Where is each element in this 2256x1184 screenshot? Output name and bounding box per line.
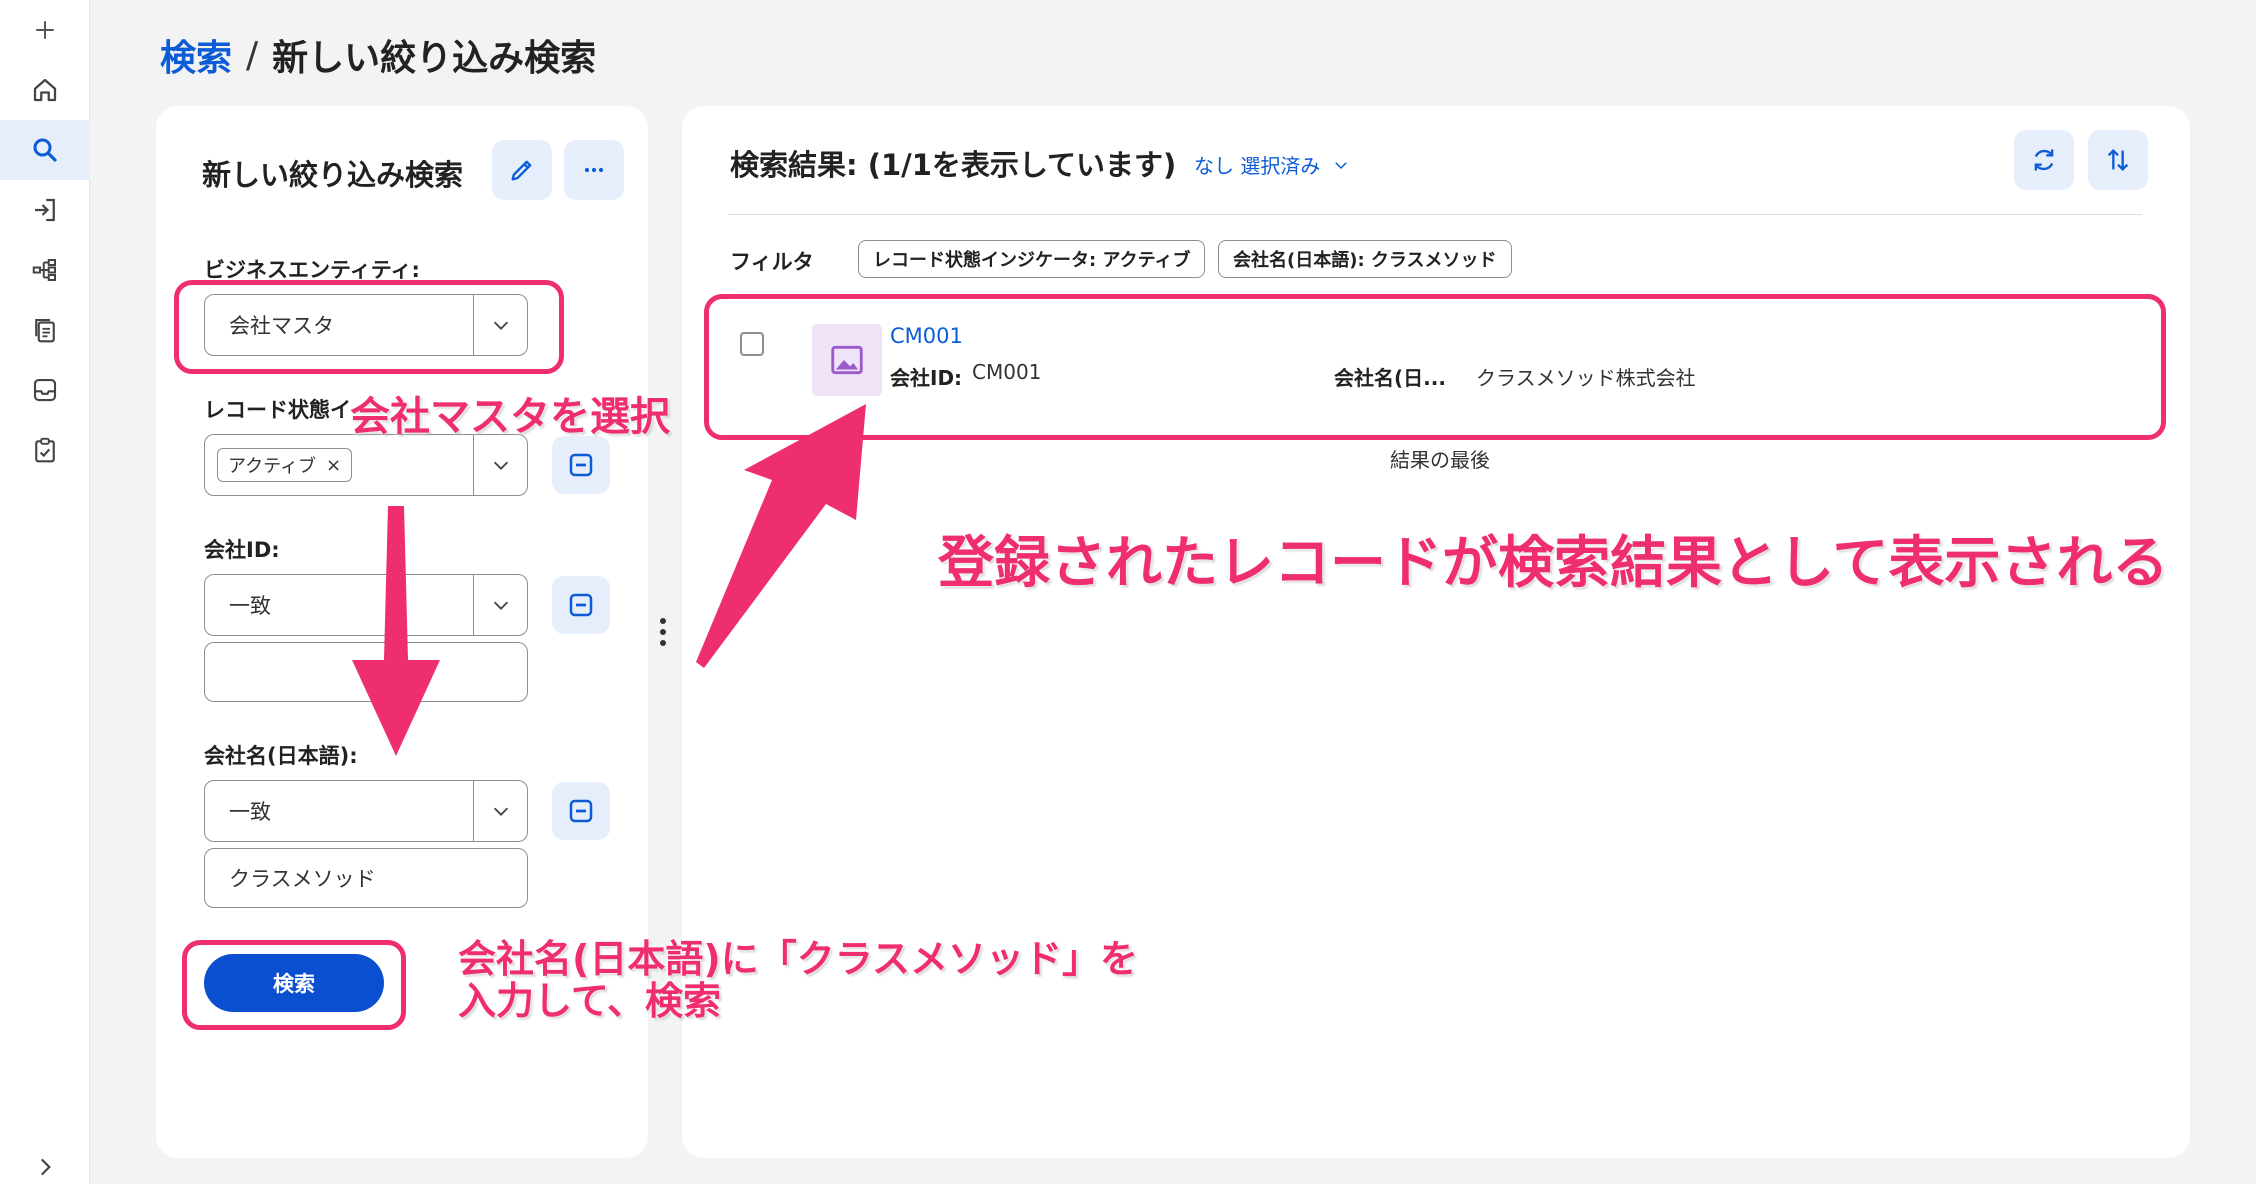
remove-field-button[interactable] xyxy=(552,576,610,634)
home-icon[interactable] xyxy=(0,60,90,120)
highlight-entity-select xyxy=(174,280,564,374)
minus-square-icon xyxy=(569,453,593,477)
search-name-title: 新しい絞り込み検索 xyxy=(202,158,464,192)
edit-button[interactable] xyxy=(492,140,552,200)
filter-chip-company-name[interactable]: 会社名(日本語): クラスメソッド xyxy=(1218,240,1512,278)
search-icon[interactable] xyxy=(0,120,90,180)
minus-square-icon xyxy=(569,799,593,823)
company-id-operator-value: 一致 xyxy=(229,594,271,618)
chevron-down-icon xyxy=(1335,161,1348,169)
highlight-search-button xyxy=(182,940,406,1030)
annotation-enter-name: 会社名(日本語)に「クラスメソッド」を 入力して、検索 xyxy=(458,938,1138,1022)
annotation-select-entity: 会社マスタを選択 xyxy=(350,394,670,440)
pencil-icon xyxy=(511,160,532,181)
active-status-chip[interactable]: アクティブ × xyxy=(217,448,353,482)
clipboard-check-icon[interactable] xyxy=(0,420,90,480)
company-id-input[interactable] xyxy=(204,642,528,702)
close-icon[interactable]: × xyxy=(326,455,341,476)
login-icon[interactable] xyxy=(0,180,90,240)
documents-icon[interactable] xyxy=(0,300,90,360)
filter-label: フィルタ xyxy=(730,250,814,274)
selection-label: なし 選択済み xyxy=(1194,154,1321,178)
active-status-chip-label: アクティブ xyxy=(228,456,317,477)
refresh-button[interactable] xyxy=(2014,130,2074,190)
divider xyxy=(728,214,2142,215)
results-title: 検索結果: (1/1を表示しています) xyxy=(730,148,1177,182)
company-name-label: 会社名(日本語): xyxy=(204,744,358,768)
chevron-down-icon[interactable] xyxy=(473,575,527,635)
annotation-result-shown: 登録されたレコードが検索結果として表示される xyxy=(938,531,2169,596)
record-status-select[interactable]: アクティブ × xyxy=(204,434,528,496)
results-end-text: 結果の最後 xyxy=(1390,448,1490,472)
company-name-input[interactable]: クラスメソッド xyxy=(204,848,528,908)
record-status-label: レコード状態インジケータ: xyxy=(204,398,352,422)
annotation-enter-name-line2: 入力して、検索 xyxy=(458,979,721,1023)
ellipsis-icon xyxy=(584,167,604,173)
company-id-operator-select[interactable]: 一致 xyxy=(204,574,528,636)
chevron-down-icon[interactable] xyxy=(473,435,527,495)
annotation-enter-name-line1: 会社名(日本語)に「クラスメソッド」を xyxy=(458,937,1138,981)
refresh-icon xyxy=(2034,149,2054,171)
breadcrumb-search-link[interactable]: 検索 xyxy=(160,29,232,81)
breadcrumb: 検索 / 新しい絞り込み検索 xyxy=(160,30,596,80)
plus-icon[interactable] xyxy=(0,0,90,60)
sort-button[interactable] xyxy=(2088,130,2148,190)
remove-field-button[interactable] xyxy=(552,436,610,494)
more-options-button[interactable] xyxy=(564,140,624,200)
inbox-icon[interactable] xyxy=(0,360,90,420)
filter-chip-record-status[interactable]: レコード状態インジケータ: アクティブ xyxy=(858,240,1206,278)
company-name-operator-select[interactable]: 一致 xyxy=(204,780,528,842)
page-title: 新しい絞り込み検索 xyxy=(272,38,597,79)
chevron-right-icon[interactable] xyxy=(30,1152,60,1182)
minus-square-icon xyxy=(569,593,593,617)
hierarchy-icon[interactable] xyxy=(0,240,90,300)
highlight-result-row xyxy=(704,294,2166,440)
company-id-label: 会社ID: xyxy=(204,538,280,562)
remove-field-button[interactable] xyxy=(552,782,610,840)
panel-splitter-handle[interactable] xyxy=(658,618,668,646)
breadcrumb-separator: / xyxy=(246,34,259,76)
left-nav-rail xyxy=(0,0,90,1184)
sort-arrows-icon xyxy=(2107,149,2129,171)
company-name-operator-value: 一致 xyxy=(229,800,271,824)
chevron-down-icon[interactable] xyxy=(473,781,527,841)
selection-dropdown[interactable]: なし 選択済み xyxy=(1194,150,1350,179)
